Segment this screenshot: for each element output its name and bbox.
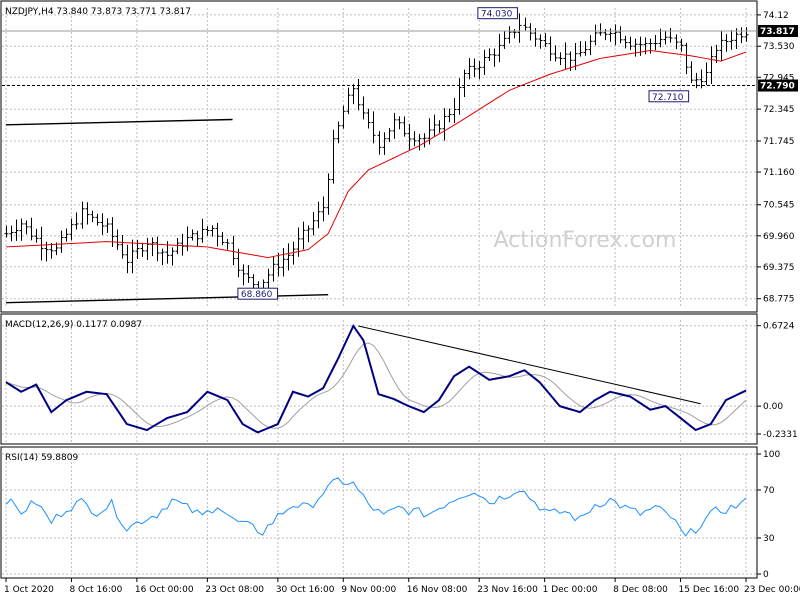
x-tick-label: 9 Nov 00:00 (341, 585, 396, 595)
price-panel-frame (0, 0, 758, 313)
trendline-upper (5, 118, 233, 126)
x-tick-label: 1 Oct 2020 (4, 585, 54, 595)
macd-series (5, 323, 747, 434)
x-tick-label: 30 Oct 16:00 (276, 585, 335, 595)
price-tick-label: 73.530 (763, 42, 795, 52)
rsi-panel-title: RSI(14) 59.8809 (5, 453, 78, 463)
price-annotation-label: 74.030 (481, 10, 513, 20)
macd-tick-label: -0.2331 (763, 430, 798, 440)
rsi-tick-label: 0 (763, 570, 769, 580)
price-tick-label: 72.345 (763, 105, 795, 115)
macd-trendline (358, 325, 701, 405)
price-tick-label: 70.545 (763, 201, 795, 211)
moving-average-line (5, 49, 747, 259)
x-tick-label: 8 Oct 16:00 (69, 585, 122, 595)
x-tick-label: 15 Dec 16:00 (679, 585, 740, 595)
price-annotation-label: 72.710 (652, 93, 684, 103)
price-tick-label: 69.960 (763, 232, 795, 242)
grid-lines (2, 8, 756, 575)
rsi-series (5, 477, 747, 537)
rsi-tick-label: 70 (763, 486, 775, 496)
price-annotation-label: 68.860 (241, 290, 273, 300)
x-tick-label: 8 Dec 08:00 (613, 585, 668, 595)
macd-tick-label: 0.6724 (763, 322, 795, 332)
rsi-tick-label: 30 (763, 534, 775, 544)
macd-panel-title: MACD(12,26,9) 0.1177 0.0987 (5, 320, 142, 330)
x-tick-label: 23 Oct 08:00 (205, 585, 264, 595)
price-tick-label: 71.160 (763, 168, 795, 178)
price-tick-label: 68.775 (763, 295, 795, 305)
macd-tick-label: 0.00 (763, 402, 783, 412)
price-tick-label: 71.745 (763, 137, 795, 147)
x-tick-label: 16 Oct 00:00 (135, 585, 194, 595)
price-panel-title: NZDJPY,H4 73.840 73.873 73.771 73.817 (5, 7, 191, 17)
rsi-tick-label: 100 (763, 450, 780, 460)
x-tick-label: 16 Nov 08:00 (407, 585, 468, 595)
price-series: 74.030 72.710 68.860 (2, 7, 756, 304)
watermark: ActionForex.com (494, 228, 677, 253)
price-tick-label: 69.375 (763, 263, 795, 273)
level-price-label: 72.790 (760, 82, 795, 92)
x-tick-label: 23 Nov 16:00 (477, 585, 538, 595)
macd-panel-frame (0, 313, 758, 445)
x-tick-label: 23 Dec 00:00 (744, 585, 800, 595)
price-tick-label: 74.12 (763, 11, 789, 21)
x-tick-label: 1 Dec 00:00 (543, 585, 598, 595)
forex-chart: ActionForex.com 74.030 72.710 68.860 74.12… (0, 0, 800, 595)
macd-line (5, 323, 747, 434)
level-price-label: 73.817 (760, 27, 795, 37)
rsi-line (5, 477, 747, 537)
